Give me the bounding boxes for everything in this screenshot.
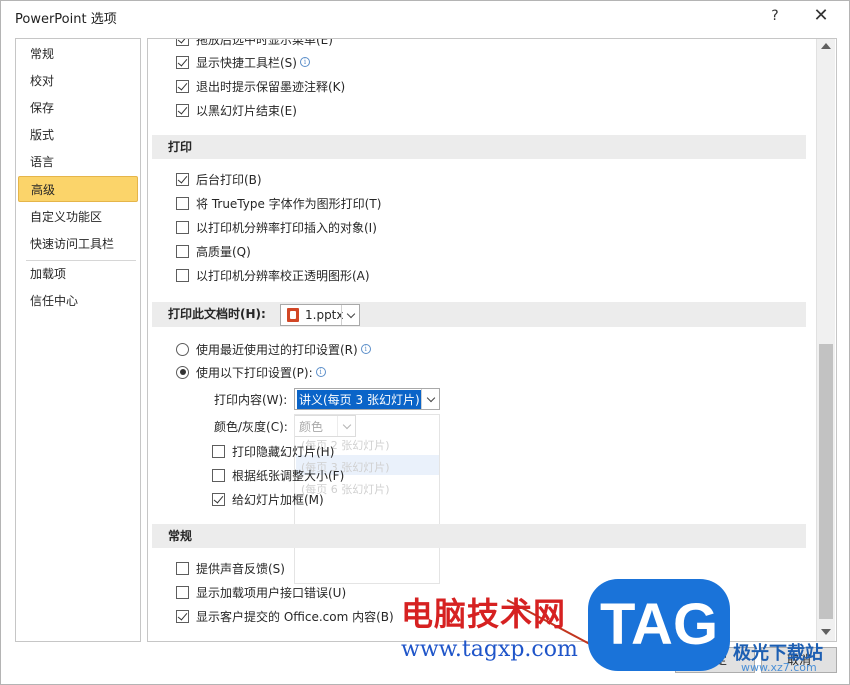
radio-following-settings[interactable]: 使用以下打印设置(P): i [176,362,326,382]
option-show-addin-errors[interactable]: 显示加载项用户接口错误(U) [176,582,346,602]
print-content-label: 打印内容(W): [214,389,287,409]
nav-item-language[interactable]: 语言 [18,149,138,175]
watermark-text: 电脑技术网 [401,595,567,633]
option-label: 以打印机分辨率校正透明图形(A) [196,268,370,283]
label-text: 打印内容(W): [214,392,288,407]
scroll-thumb[interactable] [819,344,833,619]
checkbox[interactable] [176,79,189,93]
chevron-down-icon [346,309,355,318]
print-content-value: 讲义(每页 3 张幻灯片) [297,389,422,409]
checkbox[interactable] [176,268,189,282]
title-bar: PowerPoint 选项 ? ✕ [1,1,849,31]
section-header-print-document: 打印此文档时(H): [152,302,806,327]
option-label: 显示客户提交的 Office.com 内容(B) [196,609,394,624]
watermark-site-url: www.xz7.com [741,661,817,674]
section-header-general: 常规 [152,524,806,548]
scroll-down-arrow-icon[interactable] [821,629,831,635]
option-label: 使用最近使用过的打印设置(R) [196,342,358,357]
option-show-mini-toolbar[interactable]: 显示快捷工具栏(S) i [176,52,310,72]
checkbox[interactable] [176,220,189,234]
option-label: 将 TrueType 字体作为图形打印(T) [196,196,382,211]
option-label: 显示加载项用户接口错误(U) [196,585,347,600]
option-label: 根据纸张调整大小(F) [232,468,345,483]
print-content-select[interactable]: 讲义(每页 3 张幻灯片) [294,388,440,410]
option-keep-ink-annotations[interactable]: 退出时提示保留墨迹注释(K) [176,76,345,96]
nav-item-quick-access-toolbar[interactable]: 快速访问工具栏 [18,231,138,257]
checkbox[interactable] [176,55,189,69]
category-nav: 常规 校对 保存 版式 语言 高级 自定义功能区 快速访问工具栏 加载项 信任中… [15,38,141,642]
option-background-print[interactable]: 后台打印(B) [176,169,262,189]
document-select[interactable]: 1.pptx [280,304,360,326]
chevron-down-icon [426,393,435,402]
info-icon: i [299,57,310,67]
help-button[interactable]: ? [765,5,785,27]
option-show-office-content[interactable]: 显示客户提交的 Office.com 内容(B) [176,606,394,626]
watermark-tag-logo: TAG [588,579,730,671]
option-print-inserted-objects[interactable]: 以打印机分辨率打印插入的对象(I) [176,217,377,237]
option-align-transparent-graphics[interactable]: 以打印机分辨率校正透明图形(A) [176,265,370,285]
option-label: 以打印机分辨率打印插入的对象(I) [196,220,377,235]
powerpoint-options-dialog: PowerPoint 选项 ? ✕ 常规 校对 保存 版式 语言 高级 自定义功… [0,0,850,685]
nav-item-customize-ribbon[interactable]: 自定义功能区 [18,204,138,230]
watermark-url: www.tagxp.com [401,637,578,662]
checkbox[interactable] [176,585,189,599]
option-scale-to-fit[interactable]: 根据纸张调整大小(F) [212,465,344,485]
dropdown-arrow[interactable] [421,389,439,409]
checkbox[interactable] [212,492,225,506]
option-label: 使用以下打印设置(P): [196,365,313,380]
checkbox[interactable] [212,444,225,458]
radio-button[interactable] [176,365,189,379]
option-row-partial[interactable]: 拖放后选中时显示菜单(E) [176,38,333,49]
checkbox[interactable] [176,39,189,46]
vertical-scrollbar[interactable] [816,39,835,641]
dropdown-arrow[interactable] [341,305,359,325]
option-end-with-black-slide[interactable]: 以黑幻灯片结束(E) [176,100,297,120]
checkbox[interactable] [176,196,189,210]
option-sound-feedback[interactable]: 提供声音反馈(S) [176,558,285,578]
option-label: 显示快捷工具栏(S) [196,55,297,70]
pptx-file-icon [287,308,299,322]
option-label: 提供声音反馈(S) [196,561,285,576]
section-header-print: 打印 [152,135,806,159]
nav-item-proofing[interactable]: 校对 [18,68,138,94]
option-high-quality[interactable]: 高质量(Q) [176,241,251,261]
nav-item-trust-center[interactable]: 信任中心 [18,288,138,314]
option-label: 以黑幻灯片结束(E) [196,103,297,118]
checkbox[interactable] [176,561,189,575]
nav-item-save[interactable]: 保存 [18,95,138,121]
checkbox[interactable] [212,468,225,482]
checkbox[interactable] [176,172,189,186]
nav-item-add-ins[interactable]: 加载项 [18,261,138,287]
checkbox[interactable] [176,609,189,623]
advanced-settings-panel: 拖放后选中时显示菜单(E) 显示快捷工具栏(S) i 退出时提示保留墨迹注释(K… [147,38,837,642]
radio-recent-settings[interactable]: 使用最近使用过的打印设置(R) i [176,339,371,359]
info-icon: i [360,344,371,354]
option-label: 拖放后选中时显示菜单(E) [196,38,333,47]
scroll-up-arrow-icon[interactable] [821,43,831,49]
option-label: 给幻灯片加框(M) [232,492,324,507]
close-button[interactable]: ✕ [807,3,835,29]
section-title: 打印此文档时(H): [168,307,266,321]
info-icon: i [315,367,326,377]
nav-item-general[interactable]: 常规 [18,41,138,67]
checkbox[interactable] [176,244,189,258]
document-select-value: 1.pptx [305,308,344,322]
option-label: 高质量(Q) [196,244,251,259]
checkbox[interactable] [176,103,189,117]
nav-item-advanced[interactable]: 高级 [18,176,138,202]
color-label: 颜色/灰度(C): [214,416,288,436]
dialog-title: PowerPoint 选项 [15,12,117,27]
nav-item-layout[interactable]: 版式 [18,122,138,148]
option-frame-slides[interactable]: 给幻灯片加框(M) [212,489,324,509]
option-truetype-as-graphics[interactable]: 将 TrueType 字体作为图形打印(T) [176,193,381,213]
label-text: 颜色/灰度(C): [214,419,288,434]
option-label: 打印隐藏幻灯片(H) [232,444,335,459]
option-print-hidden-slides[interactable]: 打印隐藏幻灯片(H) [212,441,334,461]
option-label: 后台打印(B) [196,172,262,187]
radio-button[interactable] [176,342,189,356]
option-label: 退出时提示保留墨迹注释(K) [196,79,346,94]
